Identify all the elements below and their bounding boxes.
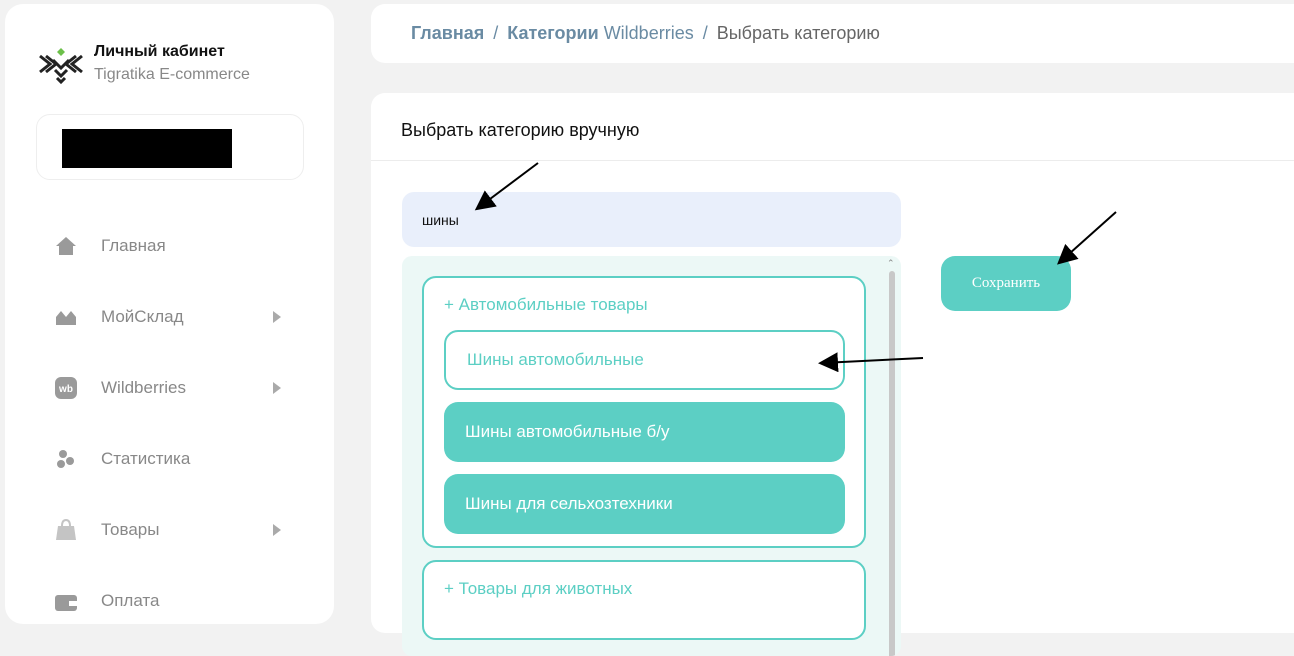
warehouse-icon	[55, 306, 77, 328]
scrollbar[interactable]	[888, 271, 896, 656]
bag-icon	[55, 518, 77, 541]
chevron-right-icon	[273, 381, 281, 394]
brand: Личный кабинет Tigratika E-commerce	[38, 42, 250, 88]
breadcrumb-categories-bold: Категории	[507, 23, 599, 43]
chevron-right-icon	[273, 523, 281, 536]
sidebar-item-label: МойСклад	[101, 306, 184, 326]
sidebar-item-wildberries[interactable]: wb Wildberries	[5, 352, 334, 423]
sidebar: Личный кабинет Tigratika E-commerce Глав…	[5, 4, 334, 624]
stats-icon	[55, 448, 77, 470]
category-option-agri-tires[interactable]: Шины для сельхозтехники	[444, 474, 845, 534]
sidebar-item-statistics[interactable]: Статистика	[5, 423, 334, 494]
breadcrumb-separator: /	[493, 23, 499, 43]
category-group-pets: + Товары для животных	[422, 560, 866, 640]
breadcrumb-current: Выбрать категорию	[716, 23, 880, 43]
category-group-auto: + Автомобильные товары Шины автомобильны…	[422, 276, 866, 548]
tiger-logo-icon	[39, 48, 83, 85]
brand-subtitle: Tigratika E-commerce	[94, 66, 250, 83]
sidebar-item-label: Оплата	[101, 590, 160, 610]
wb-icon: wb	[55, 376, 77, 399]
brand-title: Личный кабинет	[94, 43, 225, 60]
category-list-panel: + Автомобильные товары Шины автомобильны…	[402, 256, 901, 656]
category-option-tires[interactable]: Шины автомобильные	[444, 330, 845, 390]
breadcrumb-categories-light: Wildberries	[603, 23, 694, 43]
page-title: Выбрать категорию вручную	[401, 120, 640, 140]
scroll-up-icon[interactable]: ⌃	[887, 258, 895, 269]
breadcrumb-separator: /	[702, 23, 708, 43]
chevron-right-icon	[273, 310, 281, 323]
breadcrumb-categories-link[interactable]: Категории Wildberries	[507, 23, 693, 44]
sidebar-item-products[interactable]: Товары	[5, 494, 334, 565]
sidebar-item-label: Wildberries	[101, 377, 187, 397]
breadcrumb-home-link[interactable]: Главная	[411, 23, 484, 44]
save-button[interactable]: Сохранить	[941, 256, 1071, 311]
sidebar-item-home[interactable]: Главная	[5, 210, 334, 281]
home-icon	[55, 235, 77, 257]
category-group-header[interactable]: + Товары для животных	[444, 579, 632, 599]
svg-text:wb: wb	[58, 384, 73, 395]
wallet-icon	[55, 590, 77, 612]
account-box[interactable]	[36, 114, 304, 180]
sidebar-item-label: Статистика	[101, 448, 191, 468]
category-search-input[interactable]	[402, 192, 901, 247]
category-option-used-tires[interactable]: Шины автомобильные б/у	[444, 402, 845, 462]
scrollbar-thumb[interactable]	[889, 271, 895, 656]
sidebar-item-moysklad[interactable]: МойСклад	[5, 281, 334, 352]
divider	[371, 160, 1294, 161]
sidebar-item-label: Товары	[101, 519, 160, 539]
sidebar-item-payment[interactable]: Оплата	[5, 565, 334, 636]
breadcrumb: Главная / Категории Wildberries / Выбрат…	[371, 4, 1294, 63]
category-group-header[interactable]: + Автомобильные товары	[444, 295, 648, 315]
redacted-account-name	[62, 129, 232, 168]
category-select-card: Выбрать категорию вручную + Автомобильны…	[371, 93, 1294, 656]
sidebar-item-label: Главная	[101, 235, 166, 255]
sidebar-nav: Главная МойСклад wb Wildberries Статисти…	[5, 210, 334, 636]
